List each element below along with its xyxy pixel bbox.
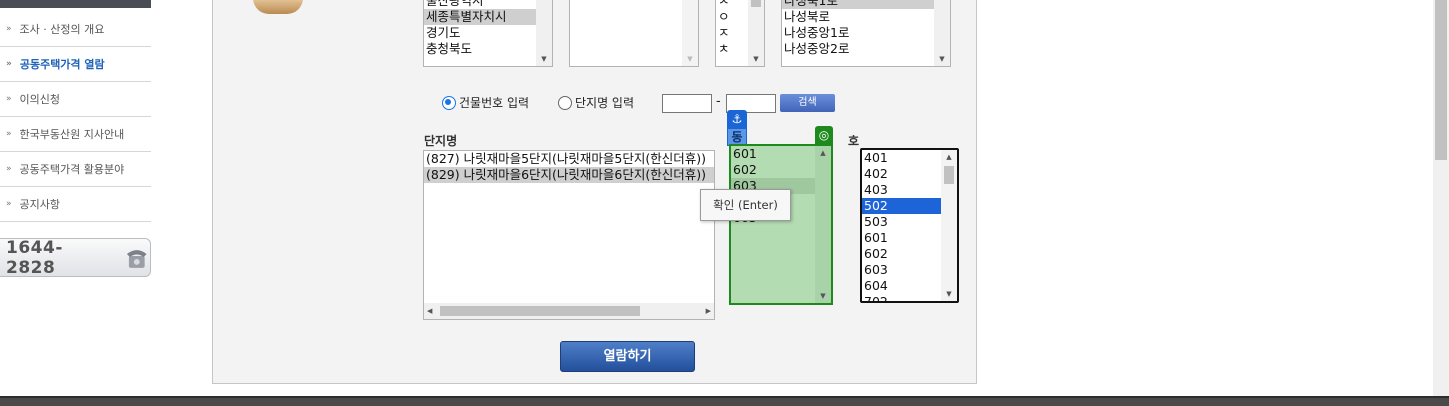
list-item[interactable]: (827) 나릿재마을5단지(나릿재마을5단지(한신더휴)) xyxy=(424,151,714,167)
vertical-scrollbar[interactable]: ▼ xyxy=(934,0,950,66)
scroll-thumb[interactable] xyxy=(440,306,640,316)
confirm-tooltip: 확인 (Enter) xyxy=(700,189,791,221)
list-item[interactable]: 나성북로 xyxy=(782,9,950,25)
bottom-taskbar xyxy=(0,396,1449,406)
sidebar-item-label: 이의신청 xyxy=(19,93,60,106)
list-item[interactable]: 나성북1로 xyxy=(782,0,950,9)
chevron-right-icon: » xyxy=(6,94,12,104)
ho-listbox[interactable]: 401 402 403 502 503 601 602 603 604 702 … xyxy=(860,148,959,303)
sidebar-item-label: 공동주택가격 활용분야 xyxy=(19,163,125,176)
radio-label: 단지명 입력 xyxy=(575,96,635,110)
vertical-scrollbar[interactable]: ▼ xyxy=(536,0,552,66)
radio-label: 건물번호 입력 xyxy=(459,96,530,110)
sidebar-item-usage[interactable]: » 공동주택가격 활용분야 xyxy=(0,152,151,187)
list-item[interactable]: 울산광역시 xyxy=(424,0,552,9)
sidebar-item-label: 공동주택가격 열람 xyxy=(19,58,105,71)
scroll-thumb[interactable] xyxy=(1435,0,1447,160)
road-name-listbox[interactable]: 나성북1로 나성북로 나성중앙1로 나성중앙2로 ▼ xyxy=(781,0,951,67)
radio-complex-name[interactable]: 단지명 입력 xyxy=(558,94,634,111)
scroll-right-icon[interactable]: ▶ xyxy=(706,303,711,319)
radio-button-checked[interactable] xyxy=(442,95,456,110)
scroll-left-icon[interactable]: ◀ xyxy=(427,303,432,319)
page-vertical-scrollbar[interactable] xyxy=(1433,0,1449,396)
list-item[interactable]: 나성중앙2로 xyxy=(782,41,950,57)
vertical-scrollbar[interactable]: ▼ xyxy=(748,0,764,66)
scroll-thumb[interactable] xyxy=(944,166,954,184)
initial-consonant-listbox[interactable]: ㅅ ㅇ ㅈ ㅊ ▼ xyxy=(715,0,765,67)
phone-banner: 1644-2828 xyxy=(0,237,151,278)
target-icon: ◎ xyxy=(815,126,833,144)
sidebar-item-notices[interactable]: » 공지사항 xyxy=(0,187,151,222)
sidebar-item-branches[interactable]: » 한국부동산원 지사안내 xyxy=(0,117,151,152)
scroll-up-icon[interactable]: ▲ xyxy=(815,146,831,160)
list-item[interactable]: 세종특별자치시 xyxy=(424,9,552,25)
region-listbox[interactable]: 울산광역시 세종특별자치시 경기도 충청북도 ▼ xyxy=(423,0,553,67)
scroll-down-icon[interactable]: ▼ xyxy=(536,52,552,66)
phone-number: 1644-2828 xyxy=(6,237,63,278)
chevron-right-icon: » xyxy=(6,199,12,209)
vertical-scrollbar[interactable]: ▲ ▼ xyxy=(815,146,831,303)
view-price-button[interactable]: 열람하기 xyxy=(560,341,695,372)
search-button[interactable]: 검색 xyxy=(780,94,835,112)
list-item[interactable]: 충청북도 xyxy=(424,41,552,57)
sidebar-item-label: 공지사항 xyxy=(19,198,60,211)
scroll-down-icon[interactable]: ▼ xyxy=(934,52,950,66)
dash-separator: - xyxy=(716,94,721,109)
scroll-up-icon[interactable]: ▲ xyxy=(941,150,957,164)
price-lookup-panel: 울산광역시 세종특별자치시 경기도 충청북도 ▼ ▼ ㅅ ㅇ ㅈ ㅊ ▼ 나성북… xyxy=(212,0,977,384)
sidebar-item-label: 한국부동산원 지사안내 xyxy=(19,128,125,141)
vertical-scrollbar[interactable]: ▼ xyxy=(682,0,698,66)
complex-listbox[interactable]: (827) 나릿재마을5단지(나릿재마을5단지(한신더휴)) (829) 나릿재… xyxy=(423,150,715,320)
list-item[interactable]: 경기도 xyxy=(424,25,552,41)
left-sidebar: » 조사 · 산정의 개요 » 공동주택가격 열람 » 이의신청 » 한국부동산… xyxy=(0,0,151,406)
sidebar-item-price-view[interactable]: » 공동주택가격 열람 xyxy=(0,47,151,82)
radio-button[interactable] xyxy=(558,95,572,110)
scroll-down-icon[interactable]: ▼ xyxy=(748,52,764,66)
chevron-right-icon: » xyxy=(6,59,12,69)
horizontal-scrollbar[interactable]: ◀ ▶ xyxy=(424,303,714,319)
chevron-right-icon: » xyxy=(6,129,12,139)
district-listbox[interactable]: ▼ xyxy=(569,0,699,67)
illustration-image xyxy=(253,0,303,14)
anchor-icon: ⚓ xyxy=(727,110,747,128)
scroll-down-icon[interactable]: ▼ xyxy=(941,287,957,301)
radio-building-number[interactable]: 건물번호 입력 xyxy=(442,94,529,111)
complex-label: 단지명 xyxy=(424,134,458,148)
scroll-down-icon[interactable]: ▼ xyxy=(815,289,831,303)
sidebar-item-objection[interactable]: » 이의신청 xyxy=(0,82,151,117)
scroll-thumb[interactable] xyxy=(751,0,761,7)
vertical-scrollbar[interactable]: ▲ ▼ xyxy=(941,150,957,301)
ho-label: 호 xyxy=(848,134,860,148)
chevron-right-icon: » xyxy=(6,164,12,174)
dong-listbox[interactable]: 601 602 603 604 605 ▲ ▼ xyxy=(729,144,833,305)
telephone-icon xyxy=(127,249,148,268)
scroll-down-icon[interactable]: ▼ xyxy=(682,52,698,66)
list-item[interactable]: 나성중앙1로 xyxy=(782,25,950,41)
list-item[interactable]: (829) 나릿재마을6단지(나릿재마을6단지(한신더휴)) xyxy=(424,167,714,183)
sidebar-item-label: 조사 · 산정의 개요 xyxy=(19,23,105,36)
chevron-right-icon: » xyxy=(6,24,12,34)
building-number-field-1[interactable] xyxy=(662,94,712,113)
sidebar-header-strip xyxy=(0,0,151,8)
sidebar-item-overview[interactable]: » 조사 · 산정의 개요 xyxy=(0,12,151,47)
